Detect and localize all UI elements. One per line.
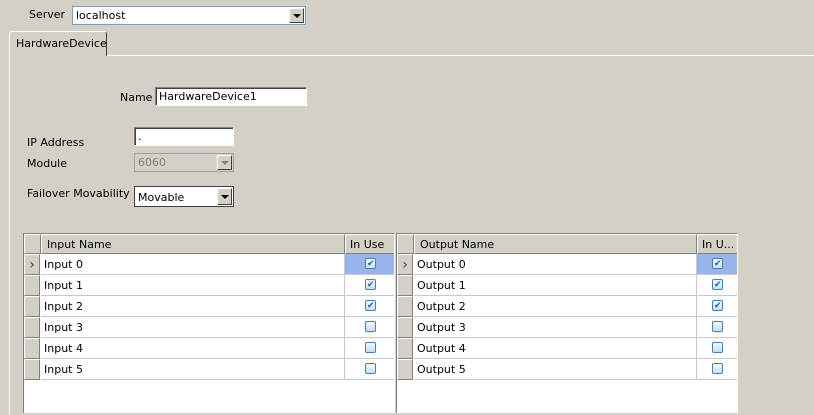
name-field[interactable]: [155, 87, 307, 106]
ip-address-field[interactable]: [134, 127, 234, 146]
in-use-cell[interactable]: ✔: [345, 296, 394, 317]
table-row[interactable]: Input 5: [24, 359, 394, 380]
chevron-right-icon: ›: [29, 256, 35, 273]
row-header[interactable]: [397, 359, 413, 380]
in-use-cell[interactable]: [697, 338, 737, 359]
row-header-corner: [397, 234, 414, 254]
in-use-checkbox[interactable]: [365, 321, 376, 332]
failover-select-value: Movable: [138, 191, 185, 204]
row-header[interactable]: ›: [397, 254, 413, 275]
server-select[interactable]: localhost: [72, 6, 306, 25]
in-use-checkbox[interactable]: ✔: [365, 279, 376, 290]
chevron-down-icon: [220, 194, 229, 199]
tab-hardware-device[interactable]: HardwareDevice: [9, 31, 107, 56]
row-header[interactable]: [24, 296, 40, 317]
name-cell[interactable]: Input 0: [41, 254, 345, 275]
column-header-in-use[interactable]: In U...: [697, 234, 737, 254]
module-select: 6060: [134, 153, 234, 172]
checkmark-icon: ✔: [367, 259, 375, 269]
column-header-in-use[interactable]: In Use: [345, 234, 394, 254]
in-use-checkbox[interactable]: ✔: [712, 258, 723, 269]
failover-dropdown-button[interactable]: [217, 188, 232, 205]
chevron-right-icon: ›: [402, 256, 408, 273]
in-use-checkbox[interactable]: [365, 342, 376, 353]
in-use-cell[interactable]: [697, 317, 737, 338]
in-use-checkbox[interactable]: [712, 321, 723, 332]
in-use-checkbox[interactable]: [712, 342, 723, 353]
server-label: Server: [29, 8, 66, 21]
in-use-checkbox[interactable]: ✔: [365, 300, 376, 311]
in-use-cell[interactable]: ✔: [697, 296, 737, 317]
in-use-cell[interactable]: ✔: [697, 254, 737, 275]
in-use-cell[interactable]: [697, 359, 737, 380]
row-header[interactable]: [24, 359, 40, 380]
name-cell[interactable]: Input 2: [41, 296, 345, 317]
tab-label: HardwareDevice: [16, 37, 107, 50]
table-row[interactable]: Output 2 ✔: [397, 296, 737, 317]
row-header[interactable]: [24, 275, 40, 296]
checkmark-icon: ✔: [367, 301, 375, 311]
row-header[interactable]: [24, 317, 40, 338]
row-header[interactable]: ›: [24, 254, 40, 275]
in-use-cell[interactable]: [345, 317, 394, 338]
name-cell[interactable]: Output 1: [414, 275, 697, 296]
name-cell[interactable]: Output 5: [414, 359, 697, 380]
name-cell[interactable]: Output 4: [414, 338, 697, 359]
row-header[interactable]: [397, 296, 413, 317]
in-use-cell[interactable]: ✔: [697, 275, 737, 296]
name-cell[interactable]: Output 2: [414, 296, 697, 317]
name-cell[interactable]: Input 5: [41, 359, 345, 380]
outputs-grid[interactable]: Output Name In U... › Output 0 ✔ Output 1 ✔ O…: [396, 233, 738, 413]
ip-address-label: IP Address: [27, 136, 85, 149]
column-header-input-name[interactable]: Input Name: [41, 234, 345, 254]
name-cell[interactable]: Input 3: [41, 317, 345, 338]
table-row[interactable]: › Output 0 ✔: [397, 254, 737, 275]
checkmark-icon: ✔: [714, 280, 722, 290]
name-cell[interactable]: Input 1: [41, 275, 345, 296]
checkmark-icon: ✔: [714, 259, 722, 269]
checkmark-icon: ✔: [367, 280, 375, 290]
row-header[interactable]: [397, 338, 413, 359]
in-use-checkbox[interactable]: [712, 363, 723, 374]
outputs-grid-header: Output Name In U...: [397, 234, 737, 254]
table-row[interactable]: Input 3: [24, 317, 394, 338]
name-label: Name: [120, 91, 153, 104]
name-cell[interactable]: Output 0: [414, 254, 697, 275]
table-row[interactable]: Output 1 ✔: [397, 275, 737, 296]
row-header-corner: [24, 234, 41, 254]
failover-select[interactable]: Movable: [134, 186, 234, 207]
module-dropdown-button: [217, 155, 232, 170]
in-use-checkbox[interactable]: ✔: [712, 300, 723, 311]
in-use-cell[interactable]: ✔: [345, 254, 394, 275]
table-row[interactable]: Input 2 ✔: [24, 296, 394, 317]
row-header[interactable]: [397, 317, 413, 338]
in-use-cell[interactable]: [345, 338, 394, 359]
checkmark-icon: ✔: [714, 301, 722, 311]
table-row[interactable]: Input 1 ✔: [24, 275, 394, 296]
chevron-down-icon: [292, 13, 301, 18]
server-select-value: localhost: [76, 9, 126, 22]
row-header[interactable]: [24, 338, 40, 359]
server-dropdown-button[interactable]: [289, 8, 304, 23]
column-header-output-name[interactable]: Output Name: [414, 234, 697, 254]
module-select-value: 6060: [138, 156, 166, 169]
in-use-cell[interactable]: [345, 359, 394, 380]
in-use-checkbox[interactable]: ✔: [365, 258, 376, 269]
in-use-checkbox[interactable]: [365, 363, 376, 374]
in-use-cell[interactable]: ✔: [345, 275, 394, 296]
inputs-grid-header: Input Name In Use: [24, 234, 394, 254]
name-cell[interactable]: Output 3: [414, 317, 697, 338]
table-row[interactable]: Input 4: [24, 338, 394, 359]
table-row[interactable]: Output 5: [397, 359, 737, 380]
table-row[interactable]: Output 3: [397, 317, 737, 338]
table-row[interactable]: › Input 0 ✔: [24, 254, 394, 275]
chevron-down-icon: [220, 160, 229, 165]
name-cell[interactable]: Input 4: [41, 338, 345, 359]
inputs-grid[interactable]: Input Name In Use › Input 0 ✔ Input 1 ✔ Input…: [23, 233, 395, 413]
in-use-checkbox[interactable]: ✔: [712, 279, 723, 290]
table-row[interactable]: Output 4: [397, 338, 737, 359]
module-label: Module: [27, 157, 67, 170]
row-header[interactable]: [397, 275, 413, 296]
failover-label: Failover Movability: [27, 187, 130, 200]
